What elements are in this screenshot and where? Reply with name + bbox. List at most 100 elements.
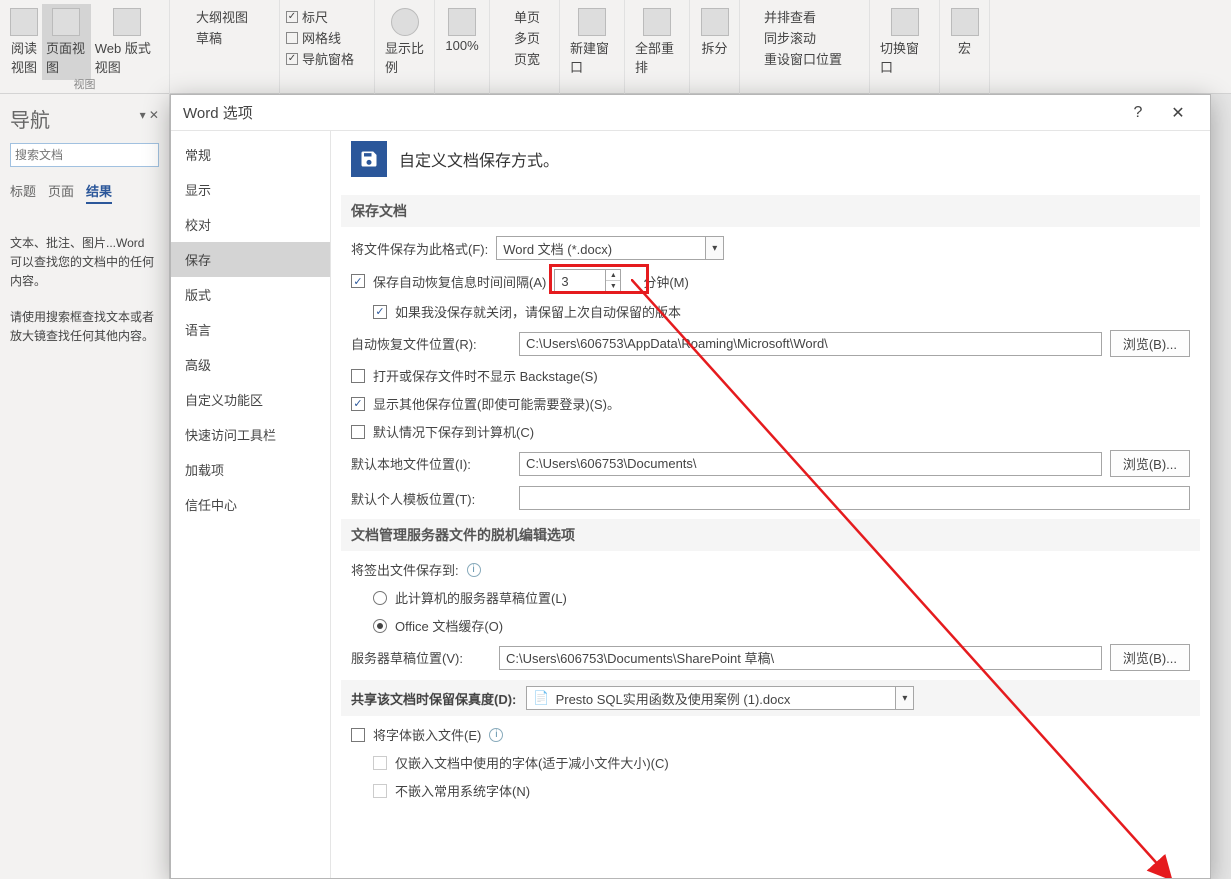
info-icon[interactable]: i <box>467 563 481 577</box>
save-icon <box>351 141 387 177</box>
no-common-fonts-checkbox <box>373 784 387 798</box>
template-loc-input[interactable] <box>519 486 1190 510</box>
outline-view-button[interactable]: 大纲视图 <box>176 6 248 27</box>
cat-display[interactable]: 显示 <box>171 172 330 207</box>
cat-addins[interactable]: 加载项 <box>171 452 330 487</box>
save-to-pc-label: 默认情况下保存到计算机(C) <box>373 422 534 441</box>
cat-layout[interactable]: 版式 <box>171 277 330 312</box>
section-save-docs: 保存文档 <box>341 195 1200 227</box>
word-options-dialog: Word 选项 ? ✕ 常规 显示 校对 保存 版式 语言 高级 自定义功能区 … <box>170 94 1211 879</box>
cat-proofing[interactable]: 校对 <box>171 207 330 242</box>
no-common-fonts-label: 不嵌入常用系统字体(N) <box>395 781 530 800</box>
navigation-pane: 导航 ▾ ✕ 🔍 标题 页面 结果 文本、批注、图片...Word 可以查找您的… <box>0 94 170 879</box>
radio-server-draft[interactable] <box>373 591 387 605</box>
recover-loc-label: 自动恢复文件位置(R): <box>351 334 511 353</box>
nav-tabs: 标题 页面 结果 <box>10 181 159 204</box>
keep-last-label: 如果我没保存就关闭，请保留上次自动保留的版本 <box>395 302 681 321</box>
page-width-button[interactable]: 页宽 <box>496 48 540 69</box>
close-button[interactable]: ✕ <box>1158 103 1198 123</box>
cat-qat[interactable]: 快速访问工具栏 <box>171 417 330 452</box>
cat-customize-ribbon[interactable]: 自定义功能区 <box>171 382 330 417</box>
info-icon[interactable]: i <box>489 728 503 742</box>
embed-only-used-checkbox <box>373 756 387 770</box>
panel-heading: 自定义文档保存方式。 <box>399 147 559 171</box>
tab-result[interactable]: 结果 <box>86 181 112 204</box>
reading-view-button[interactable]: 阅读 视图 <box>6 4 42 80</box>
new-window-button[interactable]: 新建窗口 <box>566 4 618 80</box>
nav-help-2: 请使用搜索框查找文本或者放大镜查找任何其他内容。 <box>10 308 159 346</box>
embed-fonts-checkbox[interactable] <box>351 728 365 742</box>
search-input[interactable]: 🔍 <box>10 143 159 167</box>
section-offline: 文档管理服务器文件的脱机编辑选项 <box>341 519 1200 551</box>
category-list: 常规 显示 校对 保存 版式 语言 高级 自定义功能区 快速访问工具栏 加载项 … <box>171 131 331 878</box>
gridlines-checkbox[interactable]: 网格线 <box>286 27 341 48</box>
browse-recover-button[interactable]: 浏览(B)... <box>1110 330 1190 357</box>
reset-pos-button: 重设窗口位置 <box>746 48 842 69</box>
radio-server-label: 此计算机的服务器草稿位置(L) <box>395 588 567 607</box>
server-draft-input[interactable] <box>499 646 1102 670</box>
spin-down[interactable]: ▼ <box>606 281 620 292</box>
save-to-pc-checkbox[interactable] <box>351 425 365 439</box>
split-button[interactable]: 拆分 <box>697 4 733 61</box>
section-fidelity: 共享该文档时保留保真度(D): 📄Presto SQL实用函数及使用案例 (1)… <box>341 680 1200 716</box>
search-field[interactable] <box>15 148 170 162</box>
chevron-down-icon[interactable]: ▾ <box>896 686 914 710</box>
no-backstage-checkbox[interactable] <box>351 369 365 383</box>
server-draft-label: 服务器草稿位置(V): <box>351 648 491 667</box>
spin-up[interactable]: ▲ <box>606 270 620 281</box>
ribbon: 阅读 视图 页面视图 Web 版式视图 视图 大纲视图 草稿 ✓标尺 网格线 ✓… <box>0 0 1231 94</box>
autosave-checkbox[interactable]: ✓ <box>351 274 365 288</box>
checkout-label: 将签出文件保存到: <box>351 560 459 579</box>
keep-last-checkbox[interactable]: ✓ <box>373 305 387 319</box>
embed-only-used-label: 仅嵌入文档中使用的字体(适于减小文件大小)(C) <box>395 753 669 772</box>
single-page-button[interactable]: 单页 <box>496 6 540 27</box>
web-view-button[interactable]: Web 版式视图 <box>91 4 163 80</box>
autosave-label: 保存自动恢复信息时间间隔(A) <box>373 272 546 291</box>
navpane-checkbox[interactable]: ✓导航窗格 <box>286 48 354 69</box>
cat-trust[interactable]: 信任中心 <box>171 487 330 522</box>
group-label-view: 视图 <box>0 76 169 92</box>
switch-window-button[interactable]: 切换窗口 <box>876 4 933 80</box>
browse-server-button[interactable]: 浏览(B)... <box>1110 644 1190 671</box>
no-backstage-label: 打开或保存文件时不显示 Backstage(S) <box>373 366 598 385</box>
nav-help-1: 文本、批注、图片...Word 可以查找您的文档中的任何内容。 <box>10 234 159 292</box>
autosave-interval-spinner[interactable]: ▲▼ <box>554 269 621 293</box>
default-loc-label: 默认本地文件位置(I): <box>351 454 511 473</box>
minutes-label: 分钟(M) <box>643 272 689 291</box>
zoom-button[interactable]: 显示比例 <box>381 4 428 80</box>
browse-default-button[interactable]: 浏览(B)... <box>1110 450 1190 477</box>
draft-view-button[interactable]: 草稿 <box>176 27 222 48</box>
format-label: 将文件保存为此格式(F): <box>351 239 488 258</box>
radio-cache-label: Office 文档缓存(O) <box>395 616 503 635</box>
nav-title: 导航 <box>10 104 159 133</box>
ruler-checkbox[interactable]: ✓标尺 <box>286 6 328 27</box>
default-loc-input[interactable] <box>519 452 1102 476</box>
cat-language[interactable]: 语言 <box>171 312 330 347</box>
chevron-down-icon[interactable]: ▾ <box>706 236 724 260</box>
doc-combo[interactable]: 📄Presto SQL实用函数及使用案例 (1).docx▾ <box>526 686 914 710</box>
embed-fonts-label: 将字体嵌入文件(E) <box>373 725 481 744</box>
page-view-button[interactable]: 页面视图 <box>42 4 91 80</box>
tab-heading[interactable]: 标题 <box>10 181 36 204</box>
dialog-titlebar: Word 选项 ? ✕ <box>171 95 1210 131</box>
macros-button[interactable]: 宏 <box>947 4 983 61</box>
fidelity-label: 共享该文档时保留保真度(D): <box>351 689 516 708</box>
radio-office-cache[interactable] <box>373 619 387 633</box>
arrange-all-button[interactable]: 全部重排 <box>631 4 683 80</box>
cat-save[interactable]: 保存 <box>171 242 330 277</box>
cat-advanced[interactable]: 高级 <box>171 347 330 382</box>
sync-scroll-button: 同步滚动 <box>746 27 816 48</box>
zoom-100-button[interactable]: 100% <box>441 4 482 57</box>
show-other-loc-checkbox[interactable]: ✓ <box>351 397 365 411</box>
show-other-loc-label: 显示其他保存位置(即使可能需要登录)(S)。 <box>373 394 620 413</box>
recover-loc-input[interactable] <box>519 332 1102 356</box>
multi-page-button[interactable]: 多页 <box>496 27 540 48</box>
options-panel: 自定义文档保存方式。 保存文档 将文件保存为此格式(F): Word 文档 (*… <box>331 131 1210 878</box>
tab-page[interactable]: 页面 <box>48 181 74 204</box>
autosave-input[interactable] <box>555 274 605 289</box>
side-by-side-button[interactable]: 并排查看 <box>746 6 816 27</box>
help-button[interactable]: ? <box>1118 104 1158 122</box>
format-combo[interactable]: Word 文档 (*.docx)▾ <box>496 236 724 260</box>
cat-general[interactable]: 常规 <box>171 137 330 172</box>
nav-close-icon[interactable]: ▾ ✕ <box>140 108 159 122</box>
